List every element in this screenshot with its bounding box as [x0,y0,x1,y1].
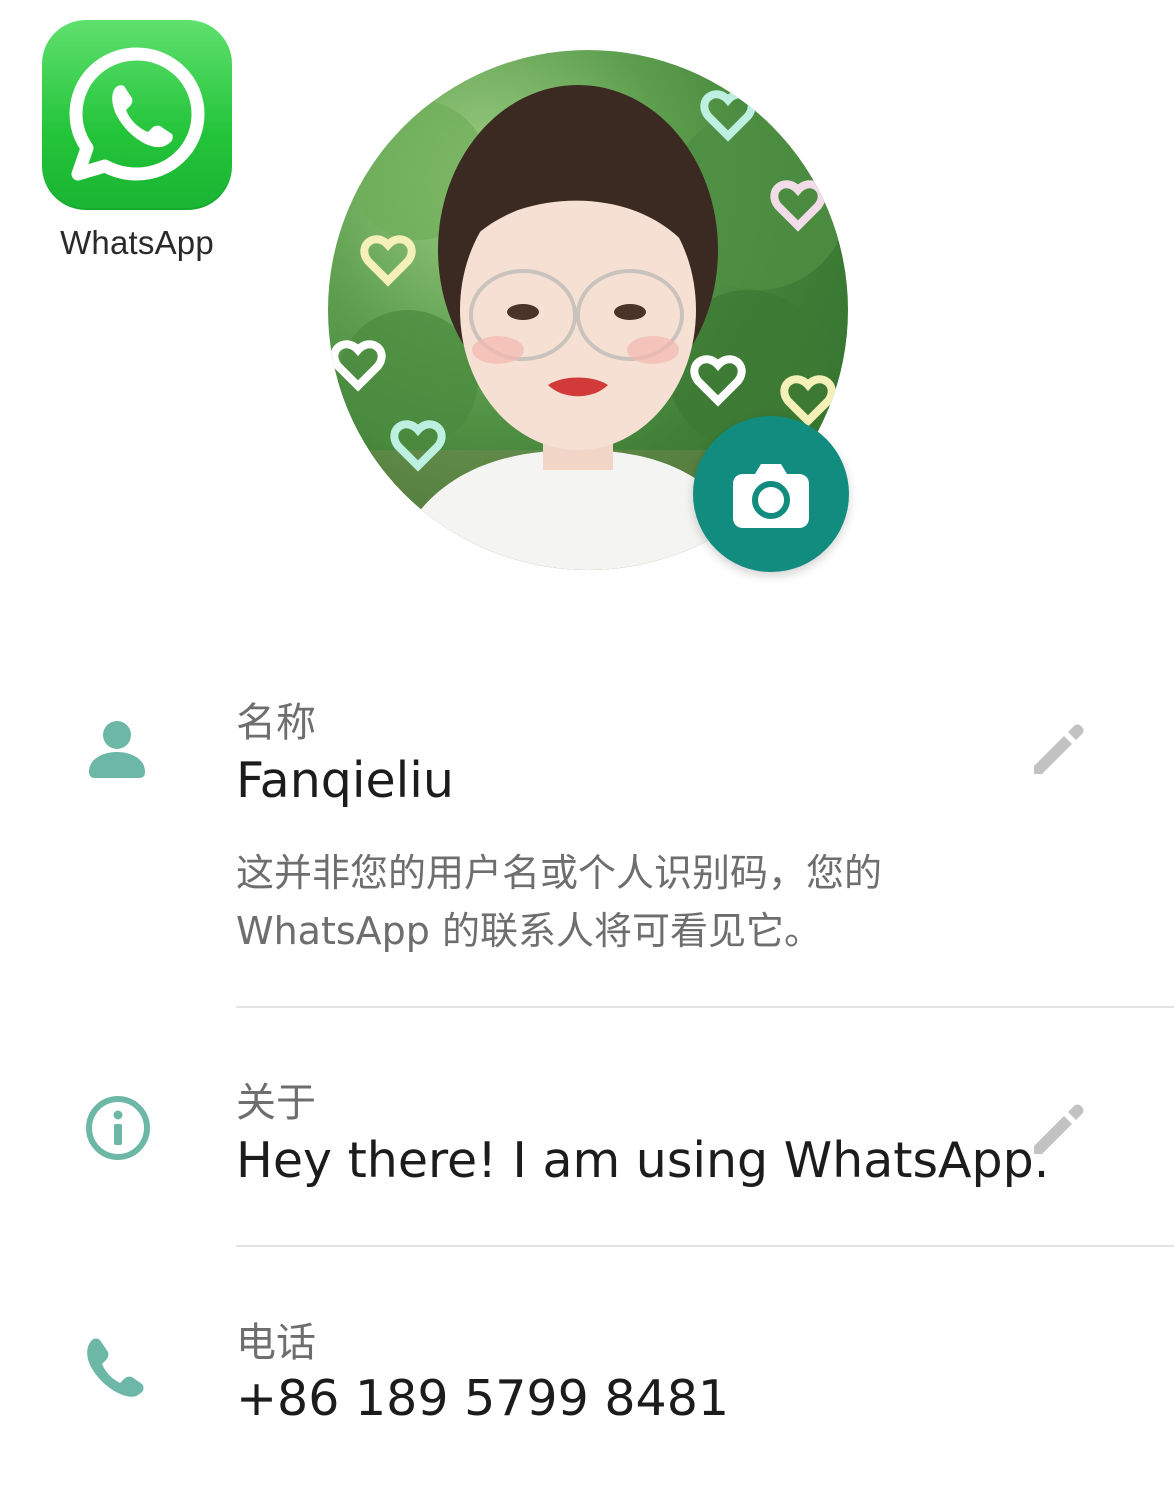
divider [236,1245,1174,1247]
divider [236,1006,1174,1008]
person-icon [84,720,150,782]
phone-label: 电话 [236,1320,316,1366]
pencil-icon [1034,724,1084,774]
camera-icon [733,464,809,528]
about-value: Hey there! I am using WhatsApp. [236,1132,1050,1189]
edit-about-button[interactable] [1024,1096,1088,1160]
info-icon [84,1094,152,1166]
name-label: 名称 [236,700,316,746]
app-badge: WhatsApp [42,20,232,262]
phone-icon [84,1334,148,1402]
app-name: WhatsApp [60,224,214,261]
change-photo-button[interactable] [693,416,849,572]
edit-name-button[interactable] [1024,716,1088,780]
whatsapp-logo-icon [42,20,232,210]
name-hint: 这并非您的用户名或个人识别码，您的 WhatsApp 的联系人将可看见它。 [236,851,883,953]
phone-value: +86 189 5799 8481 [236,1370,730,1427]
about-label: 关于 [236,1080,316,1126]
pencil-icon [1034,1104,1084,1154]
name-value: Fanqieliu [236,752,454,809]
